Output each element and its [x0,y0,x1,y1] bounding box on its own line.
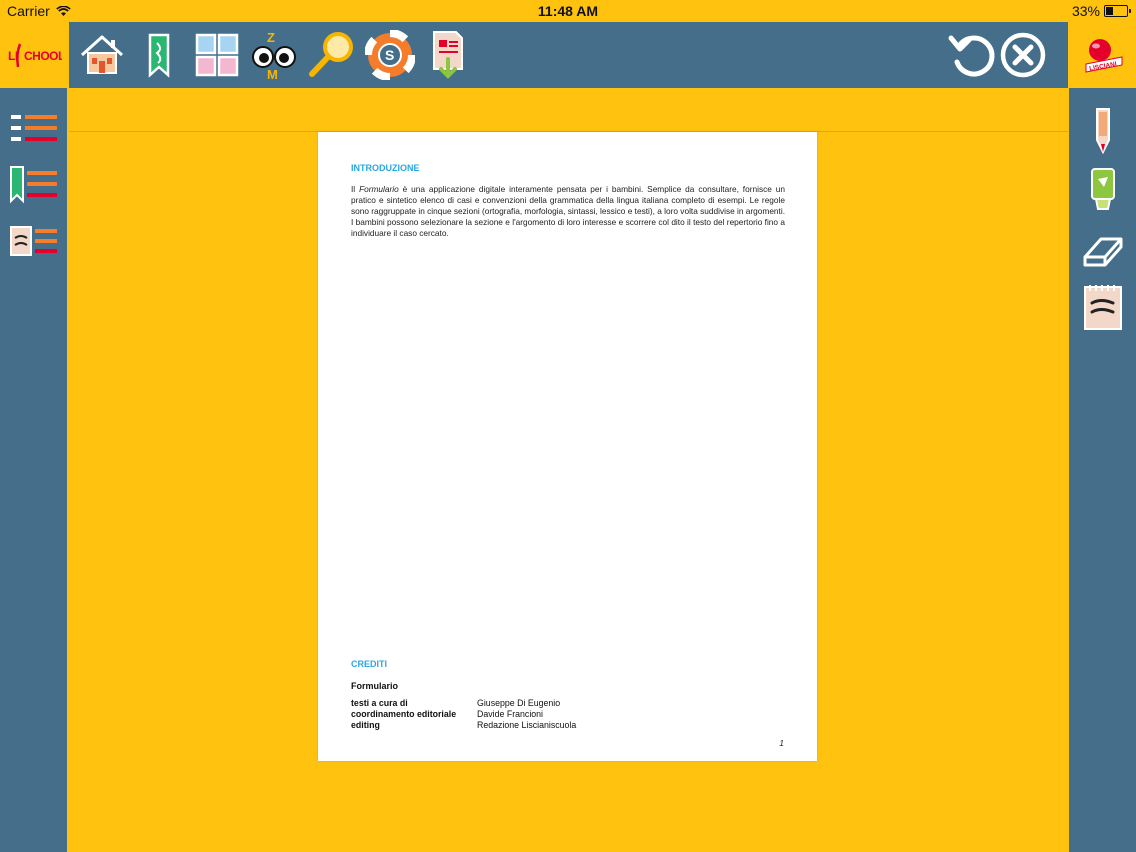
search-icon[interactable] [305,28,359,82]
credits-heading: CREDITI [351,659,387,669]
lisciani-logo: LISCIANI [1068,22,1136,88]
status-bar: Carrier 11:48 AM 33% [0,0,1136,22]
document-page: INTRODUZIONE Il Formulario è una applica… [318,132,817,761]
zoom-icon[interactable]: Z M [247,28,301,82]
page-number: 1 [779,738,784,748]
svg-text:Z: Z [267,30,275,45]
formulario-italic: Formulario [359,184,399,194]
grid-icon[interactable] [190,28,244,82]
credit-row: testi a cura di Giuseppe Di Eugenio [351,698,561,708]
undo-icon[interactable] [945,28,999,82]
svg-text:S: S [385,47,394,63]
index-list-icon[interactable] [8,106,60,152]
eraser-icon[interactable] [1077,228,1129,274]
credits-list: testi a cura di Giuseppe Di Eugenio coord… [351,698,576,732]
close-icon[interactable] [996,28,1050,82]
svg-text:LI: LI [8,49,18,63]
top-toolbar: Z M S [69,22,1068,88]
credit-row: editing Redazione Liscianiscuola [351,720,577,731]
intro-heading: INTRODUZIONE [351,163,420,173]
svg-text:M: M [267,67,278,81]
credits-title: Formulario [351,681,399,691]
lischool-logo: LI CHOOL [0,22,68,88]
download-icon[interactable] [421,28,475,82]
battery-percent: 33% [1071,3,1100,19]
pencil-icon[interactable] [1077,108,1129,155]
home-icon[interactable] [75,28,129,82]
svg-text:CHOOL: CHOOL [24,49,62,63]
note-icon[interactable] [1077,284,1129,330]
right-sidebar [1069,88,1136,852]
bookmark-icon[interactable] [132,28,186,82]
bookmarks-list-icon[interactable] [8,162,60,208]
credit-row: coordinamento editoriale Davide Francioni [351,709,544,720]
battery-icon [1104,5,1131,17]
left-sidebar [0,88,67,852]
notes-list-icon[interactable] [8,218,60,264]
help-icon[interactable]: S [363,28,417,82]
clock: 11:48 AM [537,3,599,19]
intro-paragraph: Il Formulario è una applicazione digital… [351,184,785,238]
highlighter-icon[interactable] [1077,168,1129,214]
